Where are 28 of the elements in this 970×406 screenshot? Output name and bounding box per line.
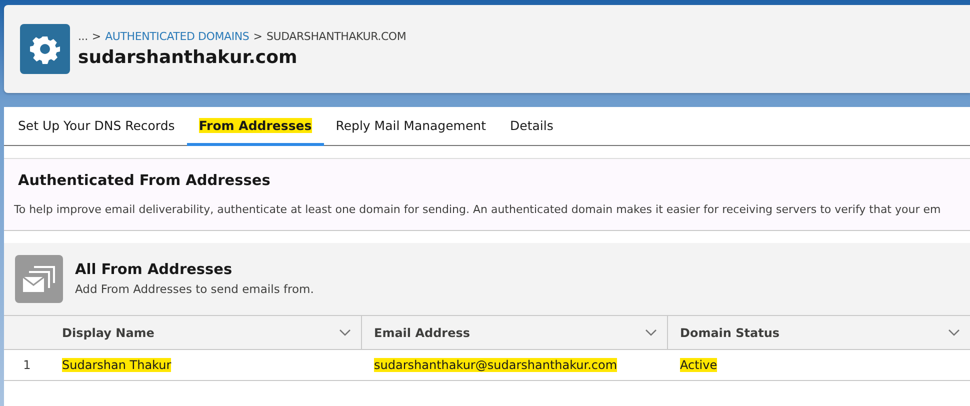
column-header[interactable]: Display Name (50, 315, 362, 350)
breadcrumb-separator: > (92, 30, 102, 43)
table-cell: Active (680, 358, 718, 372)
table-cell: sudarshanthakur@sudarshanthakur.com (374, 358, 618, 372)
row-number: 1 (4, 350, 50, 381)
tab[interactable]: Set Up Your DNS Records (6, 107, 187, 146)
chevron-icon[interactable] (948, 328, 960, 336)
column-label: Email Address (374, 326, 470, 340)
column-label: Display Name (62, 326, 154, 340)
notice-text: To help improve email deliverability, authenticate at least one domain for sending. An authenticated domain makes it easier for receiving servers to verify that your em (14, 203, 942, 216)
tab[interactable]: Details (498, 107, 566, 146)
chevron-icon[interactable] (339, 328, 351, 336)
breadcrumb-link[interactable]: AUTHENTICATED DOMAINS (105, 30, 250, 43)
chevron-icon[interactable] (645, 328, 657, 336)
page-title: sudarshanthakur.com (78, 47, 298, 68)
tab[interactable]: Reply Mail Management (324, 107, 498, 146)
tab[interactable]: From Addresses (186, 107, 324, 146)
breadcrumb-ellipsis[interactable]: ... (78, 30, 88, 43)
notice-title: Authenticated From Addresses (18, 173, 272, 189)
column-label: Domain Status (680, 326, 780, 340)
list-title: All From Addresses (75, 262, 234, 278)
column-header[interactable]: Email Address (362, 315, 668, 350)
breadcrumb-separator: > (253, 30, 262, 43)
list-subtitle: Add From Addresses to send emails from. (75, 282, 314, 296)
breadcrumb-current: SUDARSHANTHAKUR.COM (266, 30, 406, 43)
envelopes-icon (15, 255, 63, 303)
gear-icon (20, 24, 70, 74)
column-header[interactable]: Domain Status (668, 315, 970, 350)
